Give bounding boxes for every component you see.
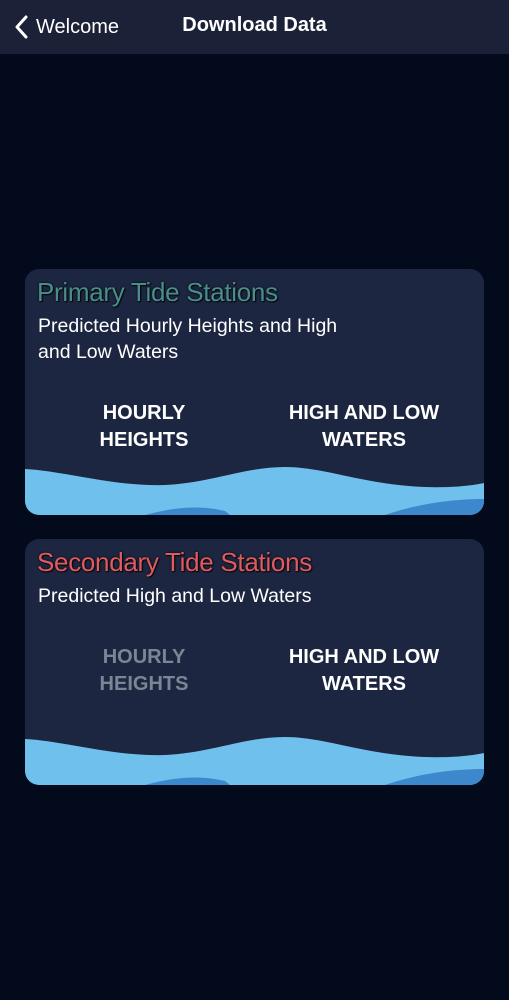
hourly-heights-button[interactable]: HOURLY HEIGHTS — [79, 400, 209, 454]
secondary-stations-card: Secondary Tide Stations Predicted High a… — [25, 539, 484, 785]
card-title: Secondary Tide Stations — [37, 547, 312, 577]
card-subtitle: Predicted Hourly Heights and High and Lo… — [38, 315, 338, 363]
navigation-bar: Welcome Download Data — [0, 0, 509, 54]
primary-stations-card: Primary Tide Stations Predicted Hourly H… — [25, 269, 484, 515]
hourly-heights-button-disabled: HOURLY HEIGHTS — [99, 646, 189, 695]
high-low-waters-button[interactable]: HIGH AND LOW WATERS — [269, 400, 459, 454]
page-title: Download Data — [182, 14, 327, 36]
card-title: Primary Tide Stations — [37, 277, 278, 307]
wave-decoration — [25, 737, 484, 785]
card-subtitle: Predicted High and Low Waters — [38, 585, 312, 607]
high-low-waters-button[interactable]: HIGH AND LOW WATERS — [269, 644, 459, 698]
wave-decoration — [25, 467, 484, 515]
